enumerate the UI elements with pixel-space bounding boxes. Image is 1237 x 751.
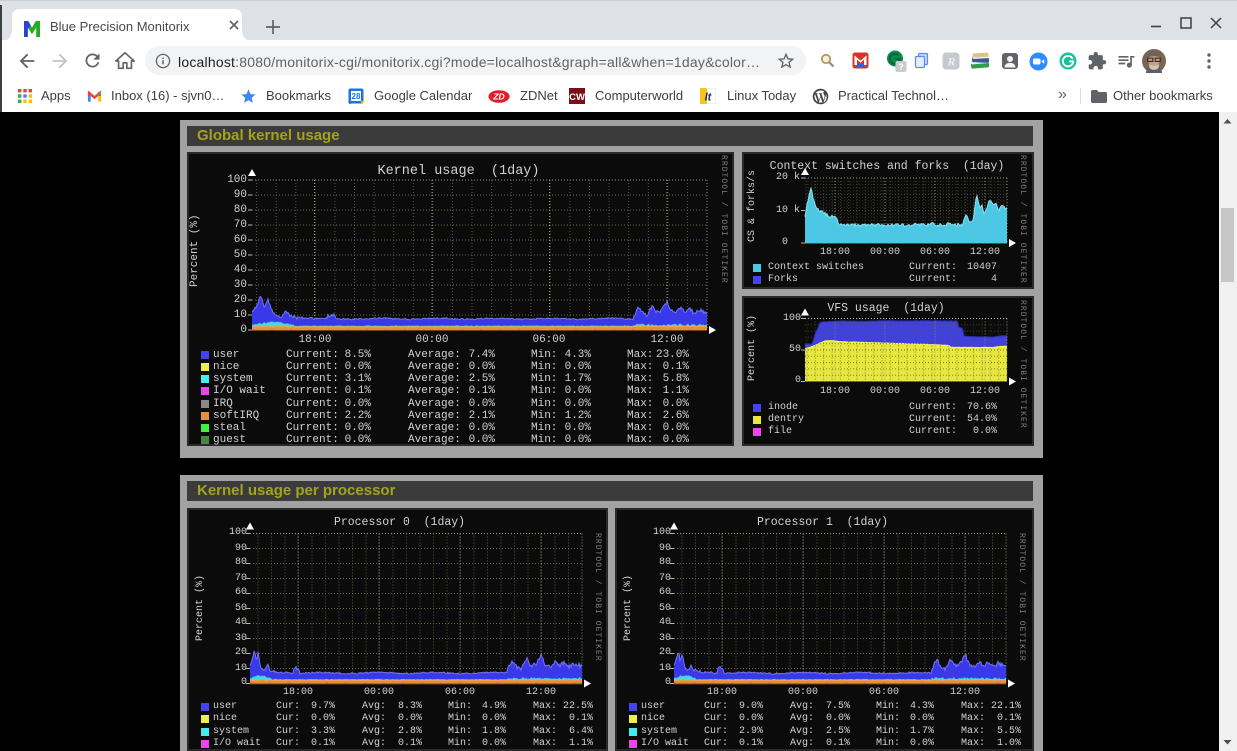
svg-text:28: 28 [352,92,361,101]
svg-text:ZD: ZD [492,92,504,102]
svg-text:CW: CW [569,92,585,103]
svg-text:R: R [946,55,955,69]
svg-text:?: ? [898,62,904,72]
